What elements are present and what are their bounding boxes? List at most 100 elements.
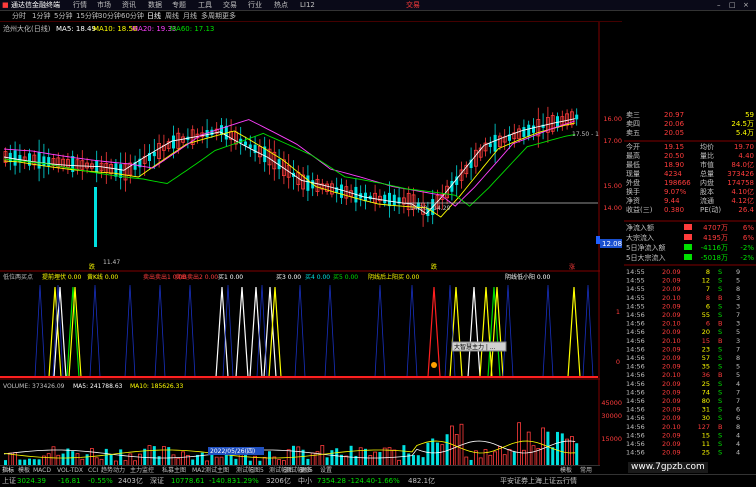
chart-area[interactable]: 沧州大化(日线) MA5: 18.49MA10: 18.56MA20: 19.3… [0, 22, 600, 472]
period-tab[interactable]: 周线 [165, 12, 179, 21]
order-label: 卖三 [626, 111, 640, 119]
tick-price: 20.10 [662, 337, 681, 345]
volume-bar [556, 431, 559, 467]
trade-button[interactable]: 交易 [406, 1, 420, 10]
tick-price: 20.09 [662, 406, 681, 414]
menu-item-news[interactable]: 资讯 [122, 1, 136, 10]
index-name[interactable]: 上证 [2, 477, 16, 486]
tick-volume: 57 [702, 354, 710, 362]
signal-spike [235, 286, 249, 378]
signal-label: 涨 [569, 263, 575, 271]
tick-count: 5 [736, 328, 740, 336]
indicator-axis: 10 [616, 308, 620, 366]
tick-price: 20.09 [662, 285, 681, 293]
period-tab[interactable]: 多周期 [201, 12, 222, 21]
candle-body [388, 192, 391, 207]
candle-body [172, 135, 175, 149]
order-price: 20.06 [664, 120, 685, 128]
tick-price: 20.10 [662, 423, 681, 431]
signal-label: 跌 [89, 263, 95, 271]
flow-label: 净流入额 [626, 223, 654, 232]
tick-volume: 15 [702, 337, 710, 345]
tick-volume: 31 [702, 406, 710, 414]
flow-bar [684, 254, 692, 260]
tick-count: 9 [736, 268, 740, 276]
tick-volume: 30 [702, 414, 710, 422]
tick-time: 14:56 [626, 363, 645, 371]
period-tab[interactable]: 更多 [222, 12, 236, 21]
tick-volume: 80 [702, 397, 710, 405]
tick-volume: 7 [706, 285, 710, 293]
flow-pct: 6% [743, 224, 754, 232]
order-volume: 5.4万 [736, 129, 754, 137]
band-line [34, 284, 46, 378]
ma-line [3, 118, 576, 215]
indicator-label: 买1 0.00 [218, 273, 243, 281]
menu-item-market[interactable]: 市场 [97, 1, 111, 10]
candle-body [94, 187, 97, 247]
tick-count: 4 [736, 380, 740, 388]
ma-labels: MA5: 18.49MA10: 18.56MA20: 19.33MA60: 17… [56, 25, 214, 33]
index-value: 10778.61 [171, 477, 205, 485]
period-tab[interactable]: 30分钟 [98, 12, 121, 21]
menu-item-tools[interactable]: 工具 [198, 1, 212, 10]
minimize-icon[interactable]: – [717, 1, 721, 10]
tick-count: 7 [736, 345, 740, 353]
band-line [582, 284, 594, 378]
menu-item-quotes[interactable]: 行情 [73, 1, 87, 10]
menu-item-trade[interactable]: 交易 [223, 1, 237, 10]
quote-value: 4.12亿 [731, 196, 754, 205]
tick-bs: S [718, 414, 722, 422]
price-axis-label: 17.00 [603, 137, 622, 145]
quote-label: 均价 [700, 142, 714, 151]
index-name[interactable]: 中小 [298, 477, 312, 486]
tick-volume: 74 [702, 388, 710, 396]
tick-count: 4 [736, 440, 740, 448]
tick-count: 8 [736, 354, 740, 362]
period-tab[interactable]: 1分钟 [32, 12, 50, 21]
volume-bar [152, 446, 156, 467]
period-tab[interactable]: 15分钟 [76, 12, 99, 21]
quote-value: 174758 [727, 179, 754, 187]
band-line [374, 284, 386, 378]
indicator-label: 黄K线 0.00 [87, 273, 118, 281]
tick-count: 6 [736, 414, 740, 422]
order-label: 卖四 [626, 120, 640, 128]
quote-label: 外盘 [626, 178, 640, 187]
period-tab[interactable]: 分时 [12, 12, 26, 21]
period-bar: 分时 1分钟 5分钟 15分钟 30分钟 60分钟 日线 周线 月线 多周期 更… [0, 11, 622, 22]
period-tab-active[interactable]: 日线 [147, 12, 161, 21]
candle-body [306, 175, 310, 191]
volume-bar [147, 445, 152, 468]
order-price: 20.97 [664, 111, 684, 119]
tick-price: 20.09 [662, 414, 681, 422]
period-tab[interactable]: 60分钟 [121, 12, 144, 21]
flow-label: 大宗流入 [626, 233, 654, 242]
maximize-icon[interactable]: □ [729, 1, 736, 10]
tick-time: 14:55 [626, 294, 645, 302]
tick-time: 14:56 [626, 354, 645, 362]
period-tab[interactable]: 5分钟 [54, 12, 72, 21]
tick-bs: S [718, 388, 722, 396]
stock-code-box[interactable]: LI12 [300, 1, 315, 10]
tick-bs: S [718, 285, 722, 293]
tick-count: 3 [736, 294, 740, 302]
quote-value: 9.07% [664, 188, 687, 196]
price-axis-label: 14.00 [603, 204, 622, 212]
menu-item-data[interactable]: 数据 [148, 1, 162, 10]
period-tab[interactable]: 月线 [183, 12, 197, 21]
band-line [184, 284, 196, 378]
menu-item-industry[interactable]: 行业 [248, 1, 262, 10]
close-icon[interactable]: × [743, 1, 749, 10]
indicator-popup: 大智慧主力 | ... [451, 341, 507, 352]
volume-bar [454, 434, 459, 468]
menu-item-topics[interactable]: 专题 [172, 1, 186, 10]
volume-bars [4, 422, 579, 468]
tick-price: 20.09 [662, 440, 681, 448]
index-name[interactable]: 深证 [150, 477, 164, 486]
candle-body [248, 144, 252, 148]
flow-bar [684, 234, 692, 240]
menu-item-hot[interactable]: 热点 [274, 1, 288, 10]
band-line [89, 284, 101, 378]
flow-label: 5日净流入额 [626, 243, 665, 252]
